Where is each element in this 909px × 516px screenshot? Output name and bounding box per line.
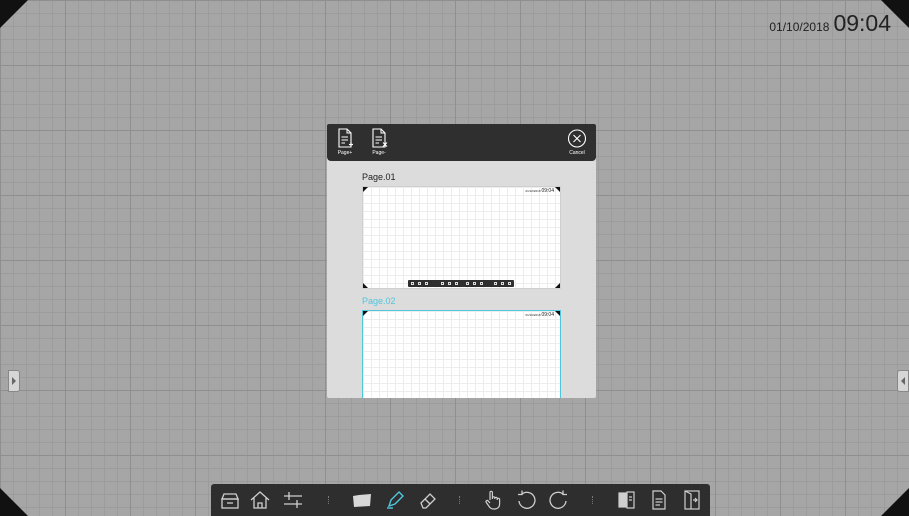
corner-marker-bottom-right — [881, 488, 909, 516]
thumb-clock: 01/10/201809:04 — [525, 188, 554, 194]
cancel-label: Cancel — [569, 150, 585, 156]
page-manager-dialog: Page+ Page- Cancel Page.01 01/10/201809:… — [327, 124, 596, 398]
expand-left-icon — [901, 377, 905, 385]
thumb-corner-marker — [555, 283, 560, 288]
thumb-clock: 01/10/201809:04 — [525, 312, 554, 318]
remove-page-label: Page- — [372, 150, 386, 156]
thumb-toolbar — [408, 280, 514, 287]
thumb-corner-marker — [555, 311, 560, 316]
hand-button[interactable] — [481, 488, 505, 512]
page-label: Page.01 — [362, 172, 396, 182]
hand-icon — [485, 490, 501, 510]
page-button[interactable] — [647, 488, 671, 512]
thumb-corner-marker — [363, 311, 368, 316]
right-panel-handle[interactable] — [897, 370, 909, 392]
settings-sliders-icon — [284, 492, 302, 508]
toolbox-button[interactable] — [218, 488, 242, 512]
page-list-item-selected[interactable]: Page.02 01/10/201809:04 — [362, 296, 562, 398]
left-panel-handle[interactable] — [8, 370, 20, 392]
page-icon — [652, 490, 666, 510]
home-button[interactable] — [248, 488, 272, 512]
page-list[interactable]: Page.01 01/10/201809:04 Page.02 01/10/20… — [327, 161, 596, 398]
page-manager-icon — [618, 491, 635, 509]
folder-icon — [353, 494, 371, 507]
page-thumbnail[interactable]: 01/10/201809:04 — [362, 186, 561, 289]
thumb-clock-date: 01/10/2018 — [525, 313, 541, 317]
redo-button[interactable] — [547, 488, 571, 512]
clock-time: 09:04 — [833, 10, 891, 36]
clock-date: 01/10/2018 — [769, 20, 830, 34]
page-thumbnail[interactable]: 01/10/201809:04 — [362, 310, 561, 398]
page-list-item[interactable]: Page.01 01/10/201809:04 — [362, 172, 562, 289]
bottom-toolbar — [211, 484, 710, 516]
toolbar-separator — [592, 496, 595, 504]
page-manager-button[interactable] — [614, 488, 638, 512]
home-icon — [250, 491, 270, 509]
settings-button[interactable] — [281, 488, 305, 512]
remove-page-button[interactable]: Page- — [365, 128, 393, 156]
add-page-icon — [338, 128, 353, 148]
undo-button[interactable] — [514, 488, 538, 512]
thumb-corner-marker — [363, 187, 368, 192]
pen-icon — [387, 491, 404, 509]
corner-marker-top-left — [0, 0, 28, 28]
pen-button[interactable] — [383, 488, 407, 512]
dialog-header: Page+ Page- Cancel — [327, 124, 596, 161]
exit-icon — [684, 490, 700, 510]
add-page-button[interactable]: Page+ — [331, 128, 359, 156]
eraser-icon — [420, 493, 436, 509]
toolbar-separator — [459, 496, 462, 504]
clock: 01/10/2018 09:04 — [769, 10, 891, 37]
expand-right-icon — [12, 377, 16, 385]
thumb-clock-time: 09:04 — [541, 188, 554, 194]
redo-icon — [549, 490, 567, 509]
thumb-clock-time: 09:04 — [541, 312, 554, 318]
thumb-corner-marker — [363, 283, 368, 288]
remove-page-icon — [372, 128, 388, 148]
folder-button[interactable] — [350, 488, 374, 512]
add-page-label: Page+ — [337, 150, 353, 156]
thumb-corner-marker — [555, 187, 560, 192]
close-icon — [567, 129, 587, 148]
toolbar-separator — [328, 496, 331, 504]
thumb-clock-date: 01/10/2018 — [525, 189, 541, 193]
exit-button[interactable] — [680, 488, 704, 512]
toolbox-icon — [221, 493, 239, 509]
corner-marker-bottom-left — [0, 488, 28, 516]
page-label: Page.02 — [362, 296, 396, 306]
undo-icon — [518, 490, 536, 509]
cancel-button[interactable]: Cancel — [563, 128, 591, 156]
eraser-button[interactable] — [416, 488, 440, 512]
